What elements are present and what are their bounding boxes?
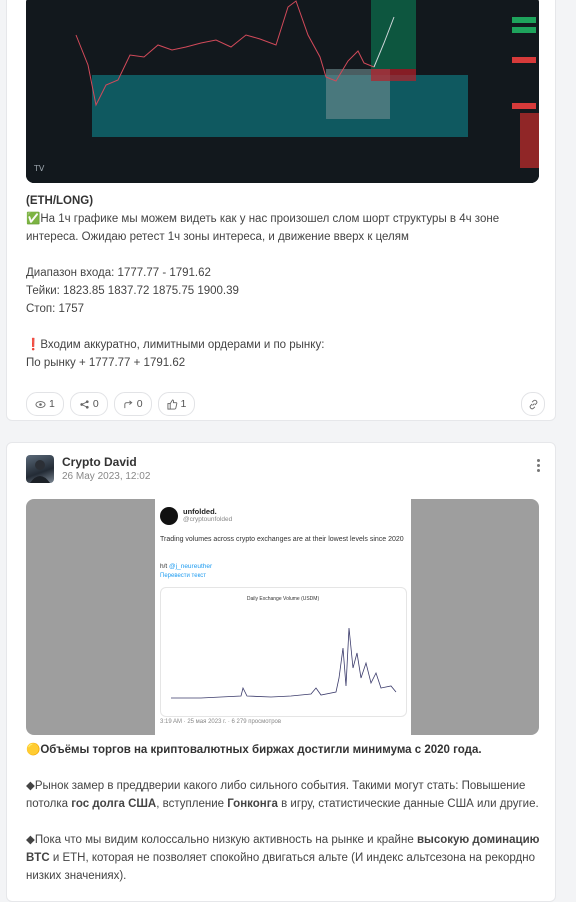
tweet-text: Trading volumes across crypto exchanges …	[160, 536, 404, 543]
volume-chart: Daily Exchange Volume (USDM)	[160, 587, 407, 717]
text-line: ◆Рынок замер в преддверии какого либо си…	[26, 780, 526, 792]
entry-range: Диапазон входа: 1777.77 - 1791.62	[26, 267, 211, 279]
post-heading: 🟡Объёмы торгов на криптовалютных биржах …	[26, 744, 482, 756]
text-line: потолка гос долга США, вступление Гонкон…	[26, 798, 539, 810]
post-text: 🟡Объёмы торгов на криптовалютных биржах …	[26, 741, 541, 885]
repost-button[interactable]: 0	[113, 392, 152, 416]
link-icon	[529, 399, 537, 409]
likes-count: 1	[180, 398, 187, 410]
repost-icon	[124, 399, 133, 408]
stop-loss: Стоп: 1757	[26, 303, 85, 315]
tweet-name: unfolded.	[183, 507, 217, 516]
text-line: интереса. Ожидаю ретест 1ч зоны интереса…	[26, 231, 409, 243]
post-date: 26 May 2023, 12:02	[62, 471, 151, 482]
views-count: 1	[49, 398, 55, 410]
like-button[interactable]: 1	[157, 392, 196, 416]
targets: Тейки: 1823.85 1837.72 1875.75 1900.39	[26, 285, 239, 297]
inner-chart-title: Daily Exchange Volume (USDM)	[247, 596, 320, 602]
text-line: ❗Входим аккуратно, лимитными ордерами и …	[26, 339, 325, 351]
tweet-image[interactable]: unfolded. @cryptounfolded Trading volume…	[26, 499, 539, 735]
post-card: Crypto David 26 May 2023, 12:02 unfolded…	[6, 442, 556, 902]
post-card: TV (ETH/LONG) ✅На 1ч графике мы можем ви…	[6, 0, 556, 421]
tweet-avatar	[160, 507, 178, 525]
text-line: низких значениях).	[26, 870, 127, 882]
views-button[interactable]: 1	[26, 392, 64, 416]
tweet-footer: 3:19 AM · 25 мая 2023 г. · 6 279 просмот…	[160, 719, 282, 725]
post-text: (ETH/LONG) ✅На 1ч графике мы можем видет…	[26, 192, 541, 372]
share-icon	[80, 399, 89, 409]
text-line: ◆Пока что мы видим колоссально низкую ак…	[26, 834, 540, 846]
share-button[interactable]: 0	[69, 392, 108, 416]
thumbs-up-icon	[166, 398, 177, 410]
translate-link: Перевести текст	[160, 573, 207, 579]
author-name[interactable]: Crypto David	[62, 455, 137, 469]
tweet-screenshot: unfolded. @cryptounfolded Trading volume…	[155, 499, 411, 735]
avatar[interactable]	[26, 455, 54, 483]
reposts-count: 0	[136, 398, 143, 410]
post-heading: (ETH/LONG)	[26, 195, 94, 207]
eye-icon	[35, 400, 46, 408]
text-line: BTC и ETH, которая не позволяет спокойно…	[26, 852, 535, 864]
svg-text:TV: TV	[33, 164, 45, 173]
tweet-handle: @cryptounfolded	[183, 516, 233, 523]
tweet-hat-tip: h/t @j_neureuther	[160, 563, 213, 570]
text-line: ✅На 1ч графике мы можем видеть как у нас…	[26, 213, 500, 225]
copy-link-button[interactable]	[521, 392, 545, 416]
shares-count: 0	[92, 398, 99, 410]
text-line: По рынку + 1777.77 + 1791.62	[26, 357, 186, 369]
post-stats: 1 0 0 1	[26, 392, 196, 416]
more-menu-button[interactable]	[537, 459, 541, 474]
chart-image[interactable]: TV	[26, 0, 539, 183]
